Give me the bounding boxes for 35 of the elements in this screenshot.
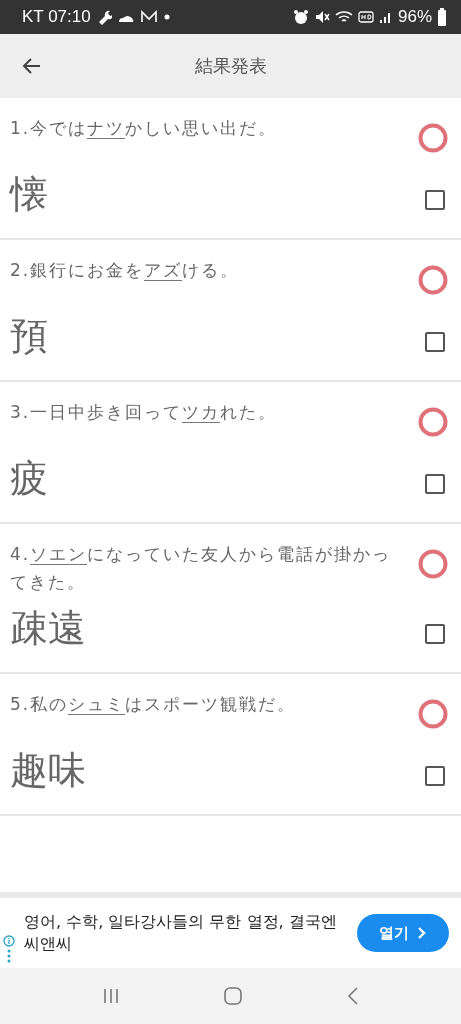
screen-title: 結果発表 [194, 54, 267, 78]
battery-level: 96% [397, 7, 432, 27]
hd-icon [357, 10, 374, 24]
recent-apps-icon[interactable] [101, 987, 120, 1005]
home-icon[interactable] [222, 986, 243, 1006]
info-icon [3, 935, 15, 947]
mute-icon [313, 9, 330, 25]
back-icon[interactable] [345, 986, 360, 1006]
more-dots-icon [7, 949, 11, 963]
question-text: 5.私の シュミ はスポーツ観戦だ。 [10, 693, 298, 717]
answer-kanji: 疲 [10, 455, 48, 502]
alarm-icon [292, 9, 309, 25]
ad-text: 영어, 수학, 일타강사들의 무한 열정, 결국엔 씨앤씨 [24, 911, 338, 955]
question-text: 3.一日中歩き回って ツカれた。 [10, 401, 279, 425]
question-text: 1.今ではナツかしい思い出だ。 [10, 117, 279, 141]
back-arrow-icon [22, 56, 42, 76]
question-text: 4.ソエン になっていた友人から電話が掛かってきた。 [10, 543, 393, 594]
open-button[interactable]: 열기 [357, 914, 449, 952]
dot-icon [162, 13, 171, 21]
answer-kanji: 懐 [10, 171, 48, 218]
battery-icon [437, 8, 447, 26]
chevron-right-icon [417, 927, 427, 939]
checkbox[interactable] [425, 624, 445, 644]
checkbox[interactable] [425, 190, 445, 210]
question-text: 2.銀行にお金を アズける。 [10, 259, 241, 283]
checkbox[interactable] [425, 766, 445, 786]
wifi-icon [334, 10, 353, 24]
checkbox[interactable] [425, 474, 445, 494]
answer-kanji: 趣味 [10, 747, 86, 794]
mail-icon [139, 10, 158, 24]
answer-kanji: 預 [10, 313, 48, 360]
status-time: KT 07:10 [22, 7, 91, 27]
signal-icon [378, 10, 393, 24]
answer-kanji: 疎遠 [10, 605, 86, 652]
checkbox[interactable] [425, 332, 445, 352]
